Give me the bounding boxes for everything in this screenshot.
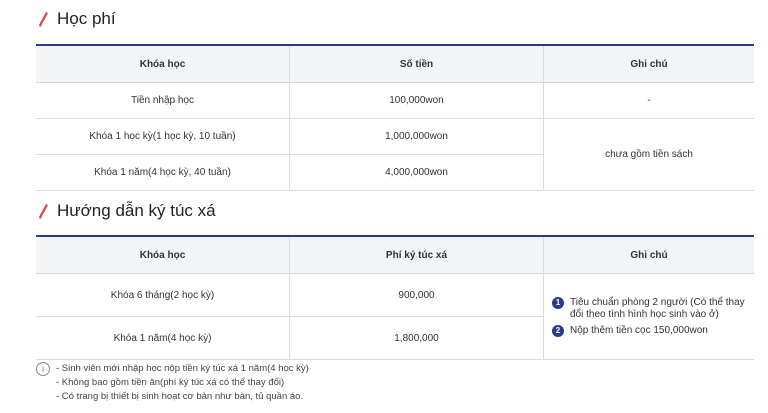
course-cell: Khóa 1 năm(4 học kỳ) xyxy=(36,316,290,360)
table-row: Khóa 6 tháng(2 học kỳ) 900,000 1 Tiêu ch… xyxy=(36,273,754,360)
fee-cell: 900,000 xyxy=(289,273,544,317)
dorm-header-course: Khóa học xyxy=(36,235,290,274)
course-cell: Khóa 6 tháng(2 học kỳ) xyxy=(36,273,290,317)
tuition-table: Khóa học Số tiền Ghi chú Tiền nhập học 1… xyxy=(36,44,754,191)
pencil-icon xyxy=(39,12,48,27)
dorm-note-item: 2 Nộp thêm tiền cọc 150,000won xyxy=(552,324,746,337)
number-badge: 2 xyxy=(552,324,564,337)
course-cell: Khóa 1 năm(4 học kỳ, 40 tuần) xyxy=(36,154,290,191)
dorm-note-item: 1 Tiêu chuẩn phòng 2 người (Có thể thay … xyxy=(552,296,746,321)
course-cell: Tiền nhập học xyxy=(36,82,290,119)
dorm-note-text: Nộp thêm tiền cọc 150,000won xyxy=(570,324,708,336)
course-cell: Khóa 1 học kỳ(1 học kỳ, 10 tuần) xyxy=(36,118,290,155)
dorm-header-fee: Phí ký túc xá xyxy=(289,235,544,274)
amount-cell: 1,000,000won xyxy=(289,118,544,155)
dorm-notes-cell: 1 Tiêu chuẩn phòng 2 người (Có thể thay … xyxy=(543,273,754,360)
dorm-title: Hướng dẫn ký túc xá xyxy=(57,201,216,220)
dorm-header-note: Ghi chú xyxy=(543,235,754,274)
dorm-section-title: Hướng dẫn ký túc xá xyxy=(36,201,216,221)
amount-cell: 100,000won xyxy=(289,82,544,119)
info-line: - Không bao gồm tiền ăn(phí ký túc xá có… xyxy=(56,377,285,388)
dorm-note-text: Tiêu chuẩn phòng 2 người (Có thể thay đổ… xyxy=(570,296,745,320)
info-line: - Có trang bị thiết bị sinh hoạt cơ bản … xyxy=(56,391,304,402)
tuition-section-title: Học phí xyxy=(36,9,116,29)
number-badge: 1 xyxy=(552,296,564,309)
info-line: - Sinh viên mới nhập học nộp tiền ký túc… xyxy=(56,363,309,374)
note-cell: - xyxy=(543,82,754,119)
info-icon: i xyxy=(36,362,50,376)
dorm-table: Khóa học Phí ký túc xá Ghi chú Khóa 6 th… xyxy=(36,235,754,360)
tuition-header-course: Khóa học xyxy=(36,44,290,83)
tuition-title: Học phí xyxy=(57,9,116,28)
info-notes: i - Sinh viên mới nhập học nộp tiền ký t… xyxy=(36,362,309,404)
merged-note-cell: chưa gồm tiền sách xyxy=(543,118,754,191)
pencil-icon xyxy=(39,204,48,219)
table-row: Tiền nhập học 100,000won - xyxy=(36,82,754,119)
tuition-header-note: Ghi chú xyxy=(543,44,754,83)
amount-cell: 4,000,000won xyxy=(289,154,544,191)
fee-cell: 1,800,000 xyxy=(289,316,544,360)
table-row: Khóa 1 học kỳ(1 học kỳ, 10 tuần) 1,000,0… xyxy=(36,118,754,191)
tuition-header-amount: Số tiền xyxy=(289,44,544,83)
